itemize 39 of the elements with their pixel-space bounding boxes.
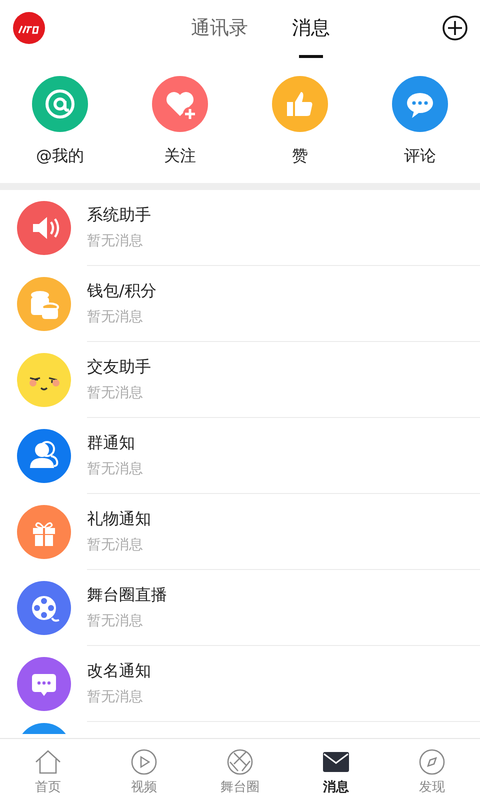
message-row[interactable]: 交友助手 暂无消息 [0,342,480,418]
message-title: 舞台圈直播 [87,584,168,606]
nav-tab[interactable]: 视频 [96,739,192,800]
aperture-icon [225,748,255,776]
tab[interactable]: 通讯录 [191,8,248,48]
message-title: 礼物通知 [87,508,152,530]
message-title: 系统助手 [87,204,152,226]
message-row[interactable]: 钱包/积分 暂无消息 [0,266,480,342]
tab-underline [299,55,323,58]
message-title: 改名通知 [87,660,152,682]
message-preview: 暂无消息 [87,536,144,555]
message-row[interactable]: 系统助手 暂无消息 [0,190,480,266]
play-icon [129,748,159,776]
message-preview: 暂无消息 [87,308,144,327]
compass-icon [417,748,447,776]
message-preview: 暂无消息 [87,384,144,403]
home-icon [33,748,63,776]
quick-action[interactable]: 评论 [370,76,470,168]
tab[interactable]: 消息 [292,8,330,48]
app-logo [13,12,45,44]
message-title: 交友助手 [87,356,152,378]
message-row[interactable]: 群通知 暂无消息 [0,418,480,494]
quick-action[interactable]: 关注 [130,76,230,168]
quick-action[interactable]: @我的 [10,76,110,168]
message-title: 钱包/积分 [87,280,158,302]
nav-tab[interactable]: 首页 [0,739,96,800]
nav-tab[interactable]: 舞台圈 [192,739,288,800]
message-preview: 暂无消息 [87,612,144,631]
nav-tab[interactable]: 发现 [384,739,480,800]
add-icon[interactable] [442,15,468,41]
message-preview: 暂无消息 [87,232,144,251]
message-row[interactable]: 礼物通知 暂无消息 [0,494,480,570]
message-title: 群通知 [87,432,136,454]
quick-action[interactable]: 赞 [250,76,350,168]
message-row[interactable]: 舞台圈直播 暂无消息 [0,570,480,646]
message-preview: 暂无消息 [87,688,144,707]
message-preview: 暂无消息 [87,460,144,479]
nav-tab[interactable]: 消息 [288,739,384,800]
message-row[interactable]: 改名通知 暂无消息 [0,646,480,722]
